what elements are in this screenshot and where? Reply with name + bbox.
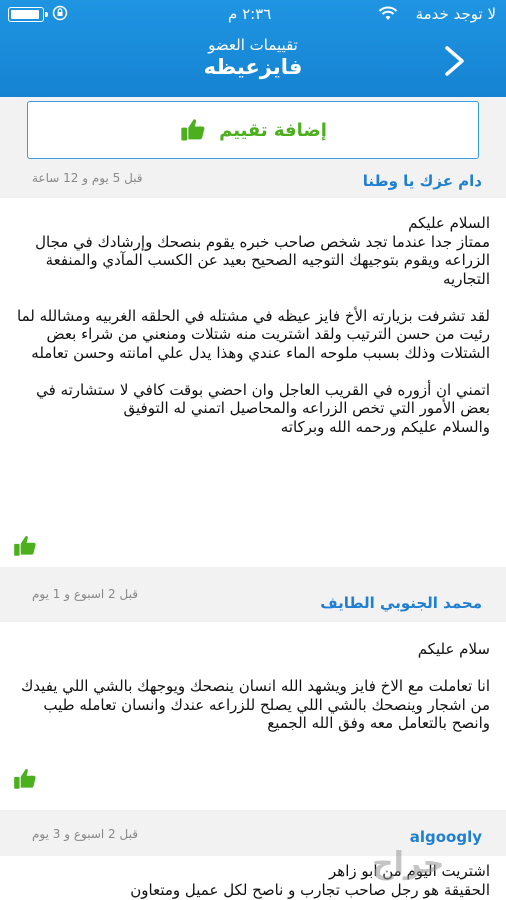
status-bar: لا توجد خدمة ٢:٣٦ م bbox=[0, 0, 506, 30]
thumbs-up-icon[interactable] bbox=[12, 533, 38, 559]
review-body: سلام عليكم انا تعاملت مع الاخ فايز ويشهد… bbox=[20, 640, 490, 732]
review-card: السلام عليكم ممتاز جدا عندما تجد شخص صاح… bbox=[0, 198, 506, 567]
nav-subtitle: تقييمات العضو bbox=[208, 36, 298, 54]
add-review-label: إضافة تقييم bbox=[219, 119, 327, 141]
review-body: السلام عليكم ممتاز جدا عندما تجد شخص صاح… bbox=[17, 214, 490, 436]
chevron-right-icon[interactable] bbox=[442, 44, 468, 78]
review-time: قبل 2 اسبوع و 3 يوم bbox=[32, 827, 138, 841]
thumbs-up-icon[interactable] bbox=[12, 766, 38, 792]
rotation-lock-icon bbox=[52, 5, 68, 21]
review-time: قبل 2 اسبوع و 1 يوم bbox=[32, 587, 138, 601]
carrier-label: لا توجد خدمة bbox=[415, 5, 496, 23]
add-review-button[interactable]: إضافة تقييم bbox=[27, 101, 479, 159]
review-card: سلام عليكم انا تعاملت مع الاخ فايز ويشهد… bbox=[0, 622, 506, 810]
battery-icon bbox=[8, 7, 48, 22]
review-time: قبل 5 يوم و 12 ساعة bbox=[32, 171, 143, 185]
watermark-logo: حراج bbox=[372, 846, 445, 881]
review-author[interactable]: محمد الجنوبي الطايف bbox=[320, 594, 482, 612]
review-header: دام عزك يا وطنا قبل 5 يوم و 12 ساعة bbox=[0, 166, 506, 198]
review-author[interactable]: algoogly bbox=[410, 828, 482, 846]
review-author[interactable]: دام عزك يا وطنا bbox=[363, 172, 482, 190]
wifi-icon bbox=[378, 6, 398, 20]
clock-label: ٢:٣٦ م bbox=[228, 5, 272, 23]
page-title: فايزعيظه bbox=[203, 55, 303, 79]
review-header: محمد الجنوبي الطايف قبل 2 اسبوع و 1 يوم bbox=[0, 582, 506, 614]
app-header: لا توجد خدمة ٢:٣٦ م تقييمات العضو فايزعي… bbox=[0, 0, 506, 97]
thumbs-up-icon bbox=[181, 119, 205, 141]
